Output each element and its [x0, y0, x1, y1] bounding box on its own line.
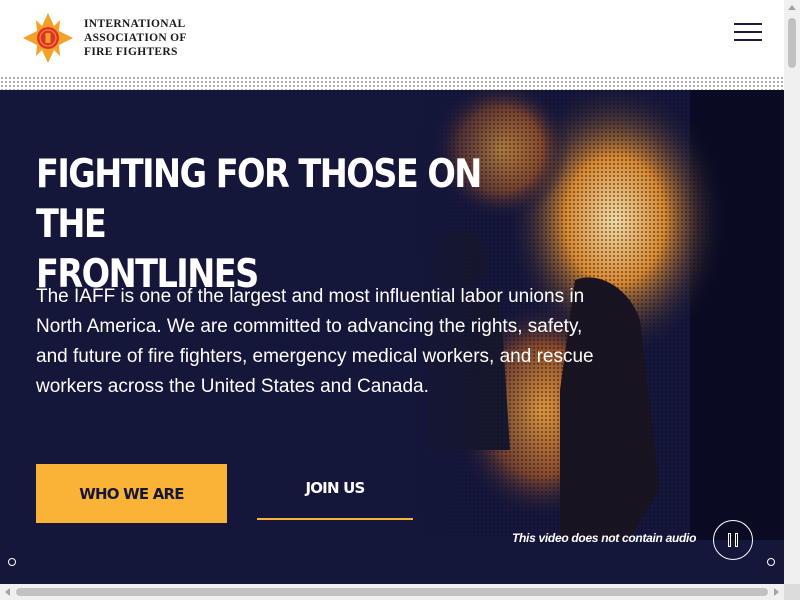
- org-name[interactable]: INTERNATIONAL ASSOCIATION OF FIRE FIGHTE…: [84, 17, 187, 59]
- org-name-line-1: INTERNATIONAL: [84, 18, 186, 30]
- iaff-logo-icon[interactable]: [22, 12, 74, 64]
- join-us-button[interactable]: JOIN US: [257, 464, 413, 520]
- hero-title: FIGHTING FOR THOSE ON THE FRONTLINES: [36, 150, 518, 300]
- org-name-line-2: ASSOCIATION OF: [84, 32, 187, 44]
- corner-dot-left: [8, 558, 16, 566]
- pause-icon[interactable]: [713, 520, 753, 560]
- hero-title-line-1: FIGHTING FOR THOSE ON THE: [36, 152, 482, 247]
- scrollbar-corner: [784, 584, 800, 600]
- horizontal-scrollbar[interactable]: [0, 584, 784, 600]
- org-name-line-3: FIRE FIGHTERS: [84, 46, 178, 58]
- corner-dot-right: [767, 558, 775, 566]
- hero-description: The IAFF is one of the largest and most …: [36, 286, 594, 397]
- halftone-divider: [0, 76, 784, 90]
- vertical-scrollbar[interactable]: [784, 0, 800, 584]
- video-audio-note: This video does not contain audio: [512, 531, 697, 545]
- scroll-up-arrow-icon[interactable]: [788, 5, 796, 10]
- scroll-right-arrow-icon[interactable]: [774, 588, 779, 596]
- hero-section: FIGHTING FOR THOSE ON THE FRONTLINES The…: [0, 90, 784, 584]
- who-we-are-button[interactable]: WHO WE ARE: [36, 464, 227, 523]
- site-header: INTERNATIONAL ASSOCIATION OF FIRE FIGHTE…: [0, 0, 784, 76]
- hamburger-menu-icon[interactable]: [734, 22, 762, 42]
- horizontal-scroll-thumb[interactable]: [16, 588, 768, 596]
- vertical-scroll-thumb[interactable]: [788, 18, 796, 68]
- scroll-left-arrow-icon[interactable]: [5, 588, 10, 596]
